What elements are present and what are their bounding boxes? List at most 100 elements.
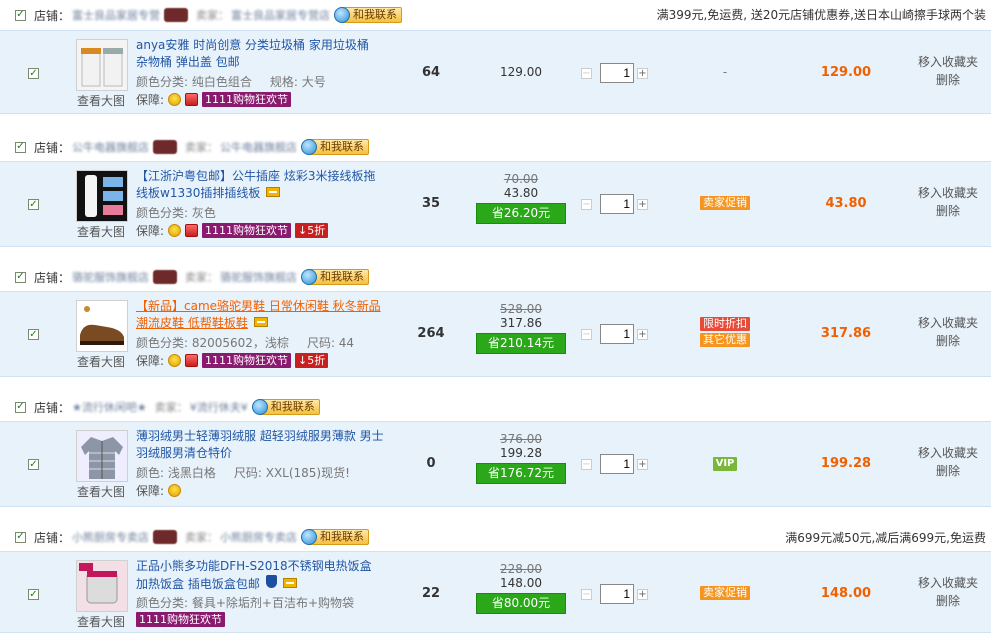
decrease-quantity-button[interactable]: − bbox=[581, 198, 592, 210]
item-checkbox[interactable]: ✓ bbox=[28, 68, 39, 79]
decrease-quantity-button[interactable]: − bbox=[581, 588, 592, 600]
shop-name-link[interactable]: 富士良品家居专营 bbox=[72, 7, 160, 23]
discount-tag[interactable]: ↓5折 bbox=[295, 353, 329, 368]
item-checkbox[interactable]: ✓ bbox=[28, 459, 39, 470]
item-operations: 移入收藏夹 删除 bbox=[906, 184, 990, 220]
quantity-input[interactable] bbox=[600, 324, 634, 344]
item-checkbox[interactable]: ✓ bbox=[28, 199, 39, 210]
vip-badge[interactable]: VIP bbox=[712, 457, 738, 471]
increase-quantity-button[interactable]: + bbox=[637, 588, 648, 600]
move-to-favorites-link[interactable]: 移入收藏夹 bbox=[906, 574, 990, 592]
contact-seller-button[interactable]: 和我联系 bbox=[301, 268, 370, 286]
view-large-image-link[interactable]: 查看大图 bbox=[77, 223, 125, 240]
chat-icon bbox=[301, 529, 318, 545]
cart-item-row: ✓ 查看大图 【新品】came骆驼男鞋 日常休闲鞋 秋冬新品潮流皮鞋 低帮鞋板鞋… bbox=[0, 291, 991, 377]
view-large-image-link[interactable]: 查看大图 bbox=[77, 613, 125, 630]
seller-promo-badge[interactable]: 卖家促销 bbox=[700, 586, 750, 600]
move-to-favorites-link[interactable]: 移入收藏夹 bbox=[906, 314, 990, 332]
product-thumbnail[interactable] bbox=[76, 560, 128, 612]
double11-tag[interactable]: 1111购物狂欢节 bbox=[202, 92, 292, 107]
gift-icon[interactable] bbox=[185, 93, 199, 106]
delete-link[interactable]: 删除 bbox=[906, 332, 990, 350]
product-title-link[interactable]: 【新品】came骆驼男鞋 日常休闲鞋 秋冬新品潮流皮鞋 低帮鞋板鞋 bbox=[136, 298, 384, 332]
move-to-favorites-link[interactable]: 移入收藏夹 bbox=[906, 444, 990, 462]
guarantee-label: 保障: bbox=[136, 484, 165, 498]
shop-checkbox[interactable]: ✓ bbox=[15, 141, 26, 153]
seller-name-link[interactable]: 小熊厨房专卖店 bbox=[220, 529, 297, 545]
product-thumbnail[interactable] bbox=[76, 39, 128, 91]
move-to-favorites-link[interactable]: 移入收藏夹 bbox=[906, 53, 990, 71]
shop-checkbox[interactable]: ✓ bbox=[15, 271, 26, 283]
double11-tag[interactable]: 1111购物狂欢节 bbox=[202, 223, 292, 238]
guarantee-icon[interactable] bbox=[168, 93, 182, 106]
limited-discount-badge[interactable]: 限时折扣 bbox=[700, 317, 750, 331]
unit-price: 43.80 bbox=[503, 186, 539, 200]
product-attributes: 颜色分类: 餐具+除垢剂+百洁布+购物袋 bbox=[136, 594, 354, 611]
guarantee-icon[interactable] bbox=[168, 484, 182, 497]
guarantee-icon[interactable] bbox=[168, 224, 182, 237]
seller-promo-badge[interactable]: 卖家促销 bbox=[700, 196, 750, 210]
shop-header: ✓ 店铺： 骆驼服饰旗舰店 卖家： 骆驼服饰旗舰店 和我联系 bbox=[0, 263, 991, 291]
product-title-link[interactable]: 【江浙沪粤包邮】公牛插座 炫彩3米接线板拖线板w1330插排插线板 bbox=[136, 168, 384, 202]
quantity-input[interactable] bbox=[600, 63, 634, 83]
delete-link[interactable]: 删除 bbox=[906, 202, 990, 220]
quantity-input[interactable] bbox=[600, 194, 634, 214]
shop-checkbox[interactable]: ✓ bbox=[15, 401, 26, 413]
contact-seller-button[interactable]: 和我联系 bbox=[251, 398, 320, 416]
view-large-image-link[interactable]: 查看大图 bbox=[77, 483, 125, 500]
seller-name-link[interactable]: 公牛电器旗舰店 bbox=[220, 139, 297, 155]
decrease-quantity-button[interactable]: − bbox=[581, 67, 592, 79]
savings-badge: 省176.72元 bbox=[476, 463, 566, 484]
shop-label: 店铺： bbox=[34, 530, 71, 545]
view-large-image-link[interactable]: 查看大图 bbox=[77, 353, 125, 370]
guarantee-icon[interactable] bbox=[168, 354, 182, 367]
seller-name-link[interactable]: ¥流行休夫¥ bbox=[190, 399, 248, 415]
shop-checkbox[interactable]: ✓ bbox=[15, 9, 26, 21]
contact-seller-button[interactable]: 和我联系 bbox=[334, 6, 403, 24]
item-total: 43.80 bbox=[825, 196, 867, 211]
unit-price: 129.00 bbox=[500, 65, 542, 79]
double11-tag[interactable]: 1111购物狂欢节 bbox=[202, 353, 292, 368]
guarantee-label: 保障: bbox=[136, 224, 165, 238]
item-operations: 移入收藏夹 删除 bbox=[906, 53, 990, 89]
shop-name-link[interactable]: 小熊厨房专卖店 bbox=[72, 529, 149, 545]
shop-name-link[interactable]: 骆驼服饰旗舰店 bbox=[72, 269, 149, 285]
product-thumbnail[interactable] bbox=[76, 170, 128, 222]
gift-icon[interactable] bbox=[185, 224, 199, 237]
view-large-image-link[interactable]: 查看大图 bbox=[77, 92, 125, 109]
delete-link[interactable]: 删除 bbox=[906, 462, 990, 480]
contact-seller-button[interactable]: 和我联系 bbox=[301, 138, 370, 156]
increase-quantity-button[interactable]: + bbox=[637, 328, 648, 340]
contact-seller-button[interactable]: 和我联系 bbox=[301, 528, 370, 546]
decrease-quantity-button[interactable]: − bbox=[581, 458, 592, 470]
product-title-link[interactable]: 薄羽绒男士轻薄羽绒服 超轻羽绒服男薄款 男士羽绒服男清仓特价 bbox=[136, 428, 384, 462]
increase-quantity-button[interactable]: + bbox=[637, 67, 648, 79]
shop-name-link[interactable]: 公牛电器旗舰店 bbox=[72, 139, 149, 155]
product-thumbnail[interactable] bbox=[76, 430, 128, 482]
double11-tag[interactable]: 1111购物狂欢节 bbox=[136, 612, 225, 627]
item-checkbox[interactable]: ✓ bbox=[28, 329, 39, 340]
product-title-link[interactable]: anya安雅 时尚创意 分类垃圾桶 家用垃圾桶 杂物桶 弹出盖 包邮 bbox=[136, 37, 384, 71]
gift-icon[interactable] bbox=[185, 354, 199, 367]
delete-link[interactable]: 删除 bbox=[906, 71, 990, 89]
product-thumbnail[interactable] bbox=[76, 300, 128, 352]
quantity-input[interactable] bbox=[600, 454, 634, 474]
item-total: 129.00 bbox=[820, 65, 872, 80]
shop-name-link[interactable]: ★流行休闲吧★ bbox=[72, 399, 147, 415]
delete-link[interactable]: 删除 bbox=[906, 592, 990, 610]
product-title-link[interactable]: 正品小熊多功能DFH-S2018不锈钢电热饭盒 加热饭盒 插电饭盒包邮 bbox=[136, 558, 384, 593]
decrease-quantity-button[interactable]: − bbox=[581, 328, 592, 340]
discount-tag[interactable]: ↓5折 bbox=[295, 223, 329, 238]
other-discount-badge[interactable]: 其它优惠 bbox=[700, 333, 750, 347]
increase-quantity-button[interactable]: + bbox=[637, 458, 648, 470]
chat-icon bbox=[301, 139, 318, 155]
item-checkbox[interactable]: ✓ bbox=[28, 589, 39, 600]
price-column: 129.00 bbox=[476, 65, 566, 79]
move-to-favorites-link[interactable]: 移入收藏夹 bbox=[906, 184, 990, 202]
original-price: 528.00 bbox=[500, 302, 542, 316]
shop-checkbox[interactable]: ✓ bbox=[15, 531, 26, 543]
quantity-input[interactable] bbox=[600, 584, 634, 604]
seller-name-link[interactable]: 富士良品家居专营店 bbox=[231, 7, 330, 23]
increase-quantity-button[interactable]: + bbox=[637, 198, 648, 210]
seller-name-link[interactable]: 骆驼服饰旗舰店 bbox=[220, 269, 297, 285]
